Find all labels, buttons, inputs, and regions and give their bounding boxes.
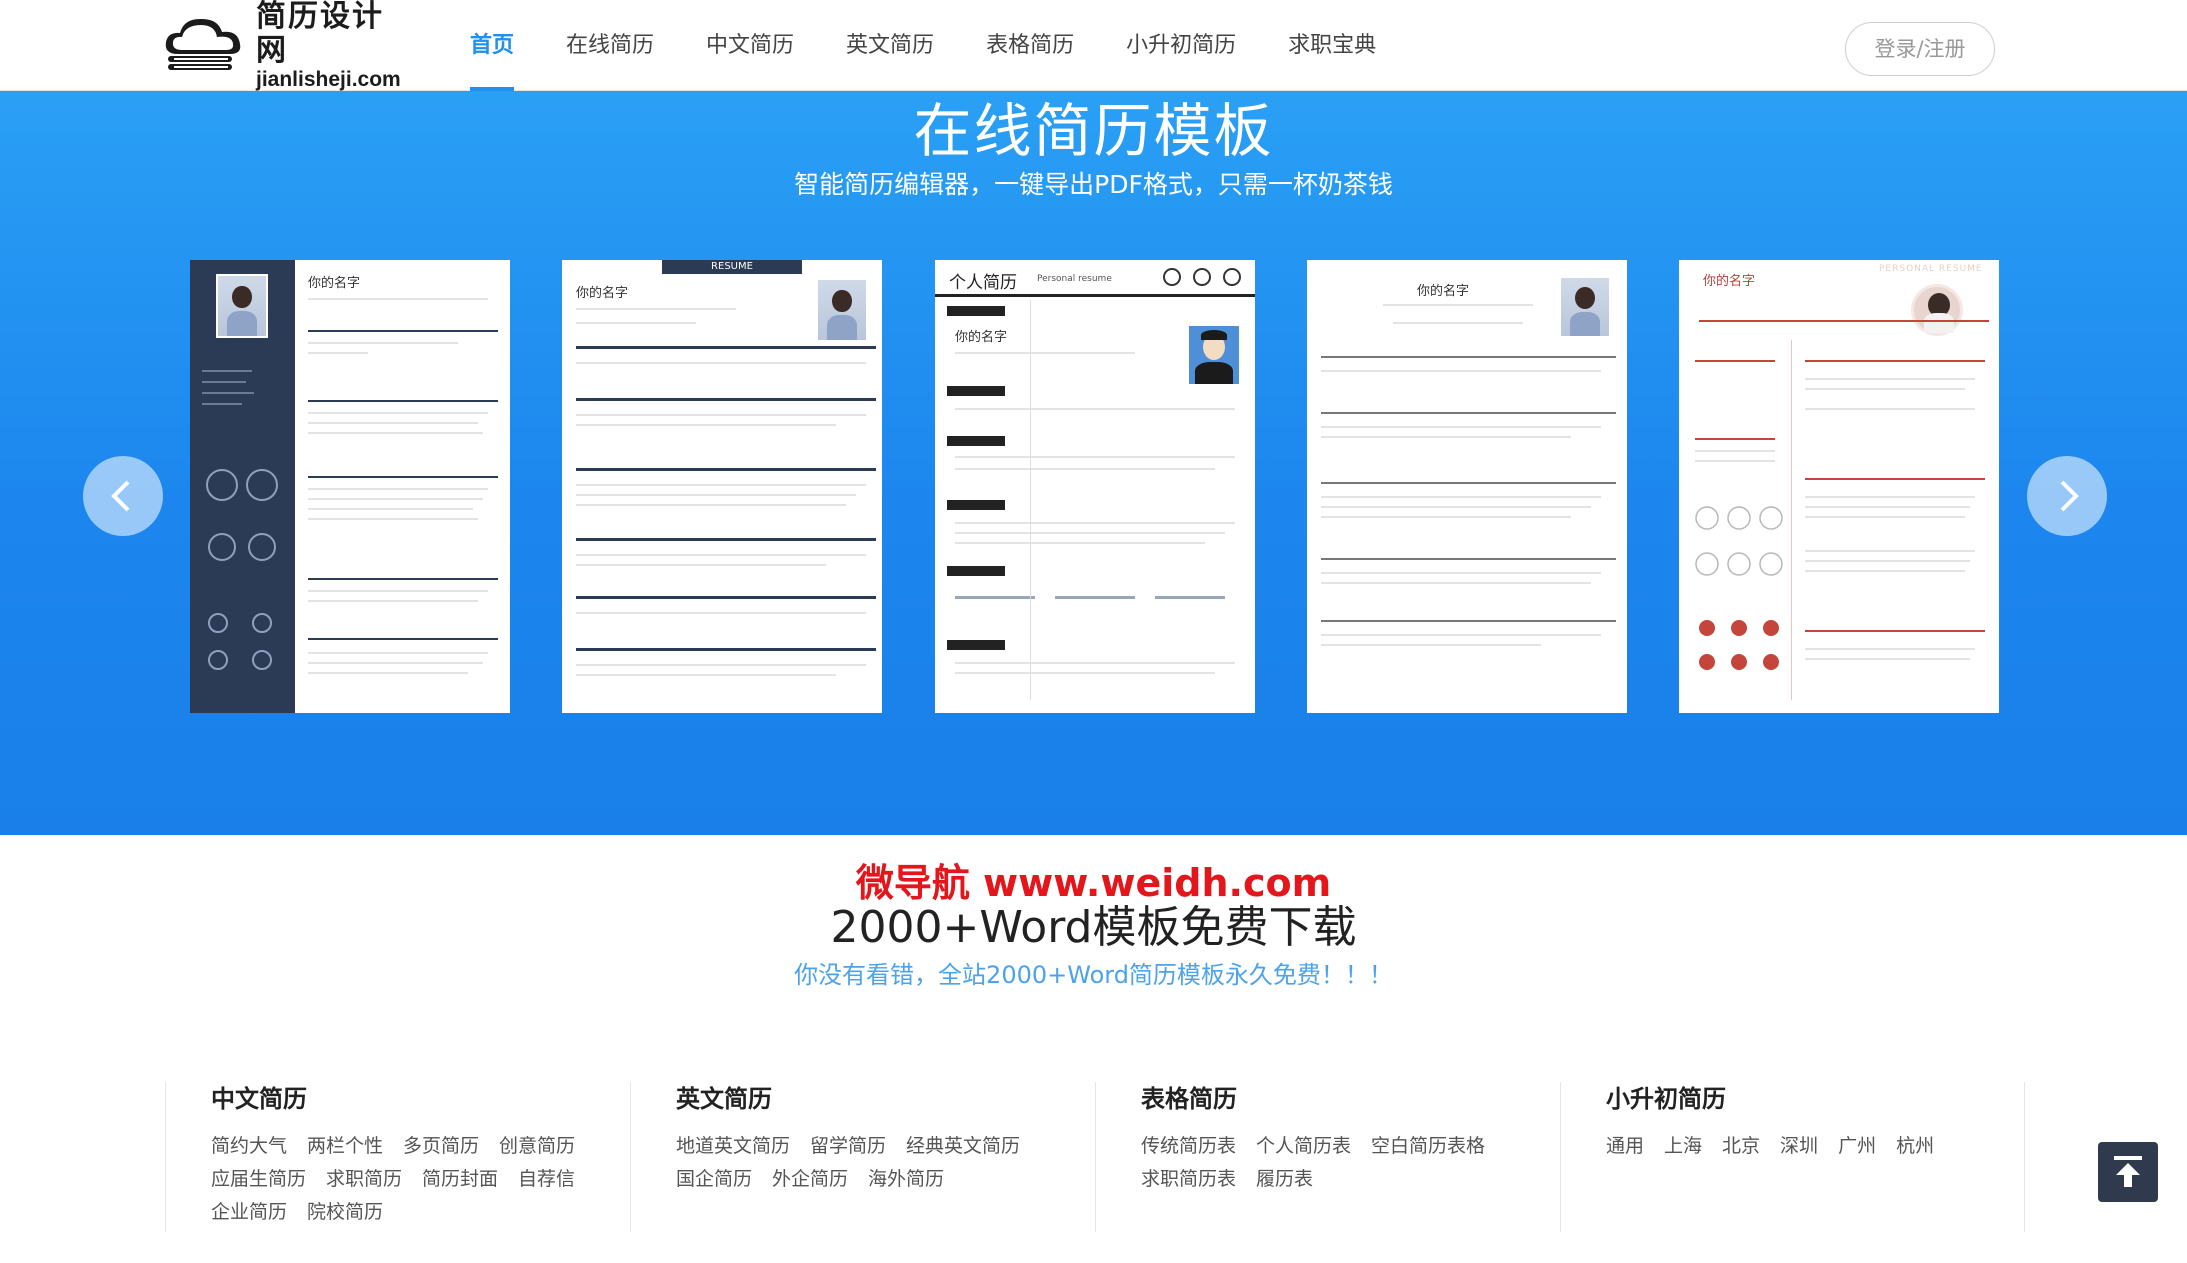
promo-title: 2000+Word模板免费下载 (830, 902, 1357, 953)
card-photo (1559, 276, 1611, 338)
logo-text: 简历设计网 jianlisheji.com (256, 0, 410, 92)
category-link[interactable]: 地道英文简历 (676, 1130, 790, 1163)
template-card-2[interactable]: RESUME 你的名字 (562, 260, 882, 713)
card-photo (816, 278, 868, 342)
category-link[interactable]: 国企简历 (676, 1163, 752, 1196)
category-link[interactable]: 传统简历表 (1141, 1130, 1236, 1163)
category-link[interactable]: 通用 (1606, 1130, 1644, 1163)
nav-primary-resume[interactable]: 小升初简历 (1126, 0, 1236, 91)
category-link[interactable]: 求职简历表 (1141, 1163, 1236, 1196)
category-link[interactable]: 多页简历 (403, 1130, 479, 1163)
category-link[interactable]: 海外简历 (868, 1163, 944, 1196)
category-chinese: 中文简历 简约大气 两栏个性 多页简历 创意简历 应届生简历 求职简历 简历封面… (165, 1082, 630, 1232)
card-banner: RESUME (662, 260, 802, 274)
card-photo (1911, 284, 1963, 336)
badge-icon (1193, 268, 1211, 286)
category-link[interactable]: 杭州 (1896, 1130, 1934, 1163)
category-link[interactable]: 企业简历 (211, 1196, 287, 1229)
category-link[interactable]: 经典英文简历 (906, 1130, 1020, 1163)
category-link[interactable]: 自荐信 (518, 1163, 575, 1196)
site-header: 简历设计网 jianlisheji.com 首页 在线简历 中文简历 英文简历 … (0, 0, 2187, 91)
category-table: 表格简历 传统简历表 个人简历表 空白简历表格 求职简历表 履历表 (1095, 1082, 1560, 1232)
main-nav: 首页 在线简历 中文简历 英文简历 表格简历 小升初简历 求职宝典 (470, 0, 1428, 91)
template-card-4[interactable]: 你的名字 (1307, 260, 1627, 713)
category-link[interactable]: 留学简历 (810, 1130, 886, 1163)
card-name: 你的名字 (955, 330, 1008, 345)
card-heading-en: Personal resume (1037, 274, 1112, 284)
card-banner: PERSONAL RESUME (1879, 264, 1983, 274)
nav-chinese-resume[interactable]: 中文简历 (706, 0, 794, 91)
nav-table-resume[interactable]: 表格简历 (986, 0, 1074, 91)
category-link[interactable]: 院校简历 (307, 1196, 383, 1229)
card-name: 你的名字 (1417, 284, 1470, 299)
category-title[interactable]: 小升初简历 (1606, 1082, 2024, 1116)
card-name: 你的名字 (1703, 274, 1756, 289)
nav-home[interactable]: 首页 (470, 0, 515, 91)
back-to-top-button[interactable] (2098, 1142, 2158, 1202)
category-link[interactable]: 应届生简历 (211, 1163, 306, 1196)
category-english: 英文简历 地道英文简历 留学简历 经典英文简历 国企简历 外企简历 海外简历 (630, 1082, 1095, 1232)
category-title[interactable]: 英文简历 (676, 1082, 1095, 1116)
nav-job-guide[interactable]: 求职宝典 (1288, 0, 1376, 91)
carousel-prev-button[interactable] (83, 456, 163, 536)
category-link[interactable]: 求职简历 (326, 1163, 402, 1196)
category-link[interactable]: 个人简历表 (1256, 1130, 1351, 1163)
login-register-button[interactable]: 登录/注册 (1845, 22, 1995, 76)
badge-icon (1223, 268, 1241, 286)
category-link[interactable]: 北京 (1722, 1130, 1760, 1163)
hero-subtitle: 智能简历编辑器，一键导出PDF格式，只需一杯奶茶钱 (794, 170, 1393, 199)
card-name: 你的名字 (576, 286, 629, 301)
card-name: 你的名字 (308, 276, 361, 291)
category-link[interactable]: 空白简历表格 (1371, 1130, 1485, 1163)
category-link[interactable]: 上海 (1664, 1130, 1702, 1163)
category-link[interactable]: 深圳 (1780, 1130, 1818, 1163)
category-columns: 中文简历 简约大气 两栏个性 多页简历 创意简历 应届生简历 求职简历 简历封面… (165, 1082, 2025, 1232)
category-link[interactable]: 创意简历 (499, 1130, 575, 1163)
skill-rings-icon (206, 469, 278, 670)
nav-online-resume[interactable]: 在线简历 (566, 0, 654, 91)
template-card-5[interactable]: PERSONAL RESUME 你的名字 (1679, 260, 1999, 713)
card-heading: 个人简历 (949, 273, 1017, 293)
template-card-1[interactable]: 你的名字 (190, 260, 510, 713)
card-photo (216, 274, 268, 338)
promo-subtitle: 你没有看错，全站2000+Word简历模板永久免费！！！ (794, 961, 1393, 989)
cartoon-avatar (1189, 326, 1239, 384)
hero-banner: 在线简历模板 智能简历编辑器，一键导出PDF格式，只需一杯奶茶钱 你的名字 RE… (0, 91, 2187, 835)
category-link[interactable]: 两栏个性 (307, 1130, 383, 1163)
category-title[interactable]: 中文简历 (211, 1082, 630, 1116)
badge-icon (1163, 268, 1181, 286)
skill-dots-icon (1695, 506, 1783, 670)
template-card-3[interactable]: 个人简历 Personal resume 你的名字 (935, 260, 1255, 713)
cloud-book-icon (160, 14, 252, 78)
category-link[interactable]: 外企简历 (772, 1163, 848, 1196)
site-logo[interactable]: 简历设计网 jianlisheji.com (160, 0, 410, 91)
chevron-left-icon (111, 480, 130, 512)
chevron-right-icon (2060, 480, 2079, 512)
category-link[interactable]: 简约大气 (211, 1130, 287, 1163)
logo-en: jianlisheji.com (256, 68, 401, 91)
category-link[interactable]: 广州 (1838, 1130, 1876, 1163)
logo-cn: 简历设计网 (256, 0, 384, 68)
category-link[interactable]: 简历封面 (422, 1163, 498, 1196)
category-title[interactable]: 表格简历 (1141, 1082, 1560, 1116)
nav-english-resume[interactable]: 英文简历 (846, 0, 934, 91)
hero-title: 在线简历模板 (913, 97, 1274, 165)
arrow-up-icon (2114, 1156, 2142, 1187)
category-primary: 小升初简历 通用 上海 北京 深圳 广州 杭州 (1560, 1082, 2025, 1232)
category-link[interactable]: 履历表 (1256, 1163, 1313, 1196)
carousel-next-button[interactable] (2027, 456, 2107, 536)
